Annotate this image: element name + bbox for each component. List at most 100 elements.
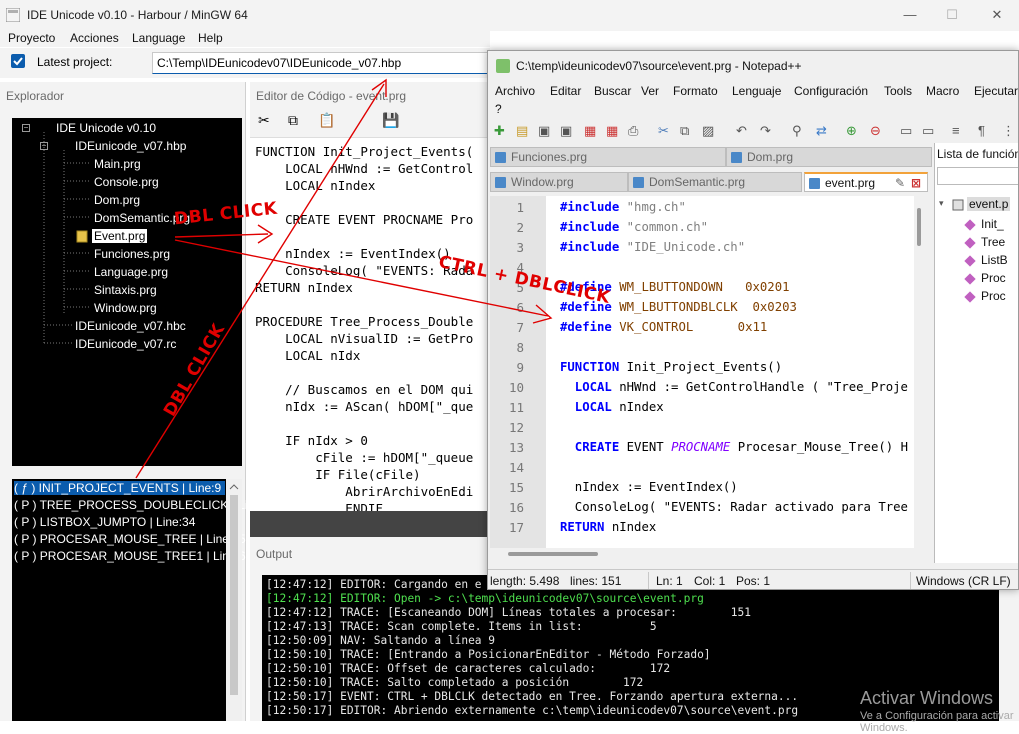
cut-icon[interactable]: ✂: [658, 123, 669, 139]
function-item[interactable]: ( P ) LISTBOX_JUMPTO | Line:34: [14, 515, 195, 529]
pin-icon[interactable]: ✎: [895, 176, 905, 190]
menu-macro[interactable]: Macro: [926, 84, 959, 98]
latest-project-checkbox[interactable]: [11, 54, 25, 68]
menu-buscar[interactable]: Buscar: [594, 84, 631, 98]
paste-icon[interactable]: 📋: [318, 112, 335, 129]
close-tab-icon[interactable]: ⊠: [911, 176, 921, 190]
function-filter-input[interactable]: [937, 167, 1018, 185]
zoom-out-icon[interactable]: ⊖: [870, 123, 881, 139]
function-list-root[interactable]: event.p: [967, 197, 1011, 211]
npp-code-line: RETURN nIndex: [560, 520, 657, 534]
log-line: [12:50:17] EDITOR: Abriendo externamente…: [266, 704, 799, 717]
maximize-button[interactable]: ☐: [932, 4, 972, 26]
file-icon: [952, 199, 964, 211]
log-line: [12:50:09] NAV: Saltando a línea 9: [266, 634, 496, 647]
status-eol: Windows (CR LF): [916, 574, 1011, 588]
function-list-item[interactable]: Init_: [981, 217, 1004, 231]
function-item-selected[interactable]: ( ƒ ) INIT_PROJECT_EVENTS | Line:9: [14, 481, 226, 495]
code-editor-text[interactable]: FUNCTION Init_Project_Events( LOCAL nHWn…: [250, 137, 490, 511]
file-tab-icon: [731, 152, 742, 163]
code-horizontal-scrollbar[interactable]: [250, 511, 490, 538]
function-icon: [964, 237, 976, 249]
scroll-thumb[interactable]: [508, 552, 598, 556]
log-line: [12:50:17] EVENT: CTRL + DBLCLK detectad…: [266, 690, 799, 703]
tab-dom[interactable]: Dom.prg: [726, 147, 932, 167]
sync-h-icon[interactable]: ▭: [922, 123, 934, 139]
menu-acciones[interactable]: Acciones: [70, 31, 119, 45]
save-icon[interactable]: 💾: [382, 112, 399, 129]
menu-tools[interactable]: Tools: [884, 84, 912, 98]
editor-horizontal-scrollbar[interactable]: [490, 548, 914, 560]
menu-formato[interactable]: Formato: [673, 84, 718, 98]
log-line: [12:50:10] TRACE: Salto completado a pos…: [266, 676, 644, 689]
function-item[interactable]: ( P ) PROCESAR_MOUSE_TREE | Line:45: [14, 532, 246, 546]
function-item[interactable]: ( P ) PROCESAR_MOUSE_TREE1 | Line:6: [14, 549, 246, 563]
function-list-item[interactable]: Proc: [981, 289, 1006, 303]
tab-label: Dom.prg: [747, 150, 794, 164]
function-list[interactable]: ( ƒ ) INIT_PROJECT_EVENTS | Line:9 ( P )…: [12, 479, 264, 721]
new-file-icon[interactable]: ✚: [494, 123, 505, 139]
menu-configuracion[interactable]: Configuración: [794, 84, 868, 98]
menu-help[interactable]: Help: [198, 31, 223, 45]
explorer-header: Explorador: [6, 89, 65, 103]
editor-vertical-scrollbar[interactable]: [914, 196, 924, 548]
save-icon[interactable]: ▣: [538, 123, 550, 139]
tab-event-active[interactable]: event.prg ✎ ⊠: [804, 172, 928, 192]
function-list-scrollbar[interactable]: [226, 479, 242, 721]
replace-icon[interactable]: ⇄: [816, 123, 827, 139]
function-icon: [964, 273, 976, 285]
scroll-thumb[interactable]: [917, 208, 921, 246]
notepad-status-bar: length: 5.498 lines: 151 Ln: 1 Col: 1 Po…: [488, 569, 1018, 589]
ide-window-title: IDE Unicode v0.10 - Harbour / MinGW 64: [27, 8, 248, 22]
copy-icon[interactable]: ⧉: [288, 112, 298, 129]
cut-icon[interactable]: ✂: [258, 112, 270, 129]
find-icon[interactable]: ⚲: [792, 123, 802, 139]
save-all-icon[interactable]: ▣: [560, 123, 572, 139]
sync-scroll-icon[interactable]: ▭: [900, 123, 912, 139]
menu-lenguaje[interactable]: Lenguaje: [732, 84, 781, 98]
open-icon[interactable]: ▤: [516, 123, 528, 139]
function-list-item[interactable]: ListB: [981, 253, 1008, 267]
tab-domsemantic[interactable]: DomSemantic.prg: [628, 172, 802, 192]
tab-funciones[interactable]: Funciones.prg: [490, 147, 726, 167]
minimize-button[interactable]: —: [890, 4, 930, 26]
notepad-editor[interactable]: 1 2 3 4 5 6 7 8 9 10 11 12 13 14 15 16 1…: [490, 196, 914, 548]
wrap-icon[interactable]: ≡: [952, 123, 960, 138]
print-icon[interactable]: ⎙: [628, 123, 638, 139]
npp-code-line: ConsoleLog( "EVENTS: Radar activado para…: [560, 500, 908, 514]
code-line: ENDIF: [255, 501, 383, 511]
function-icon: [964, 255, 976, 267]
indent-guide-icon[interactable]: ⋮: [1002, 123, 1015, 139]
function-list-item[interactable]: Proc: [981, 271, 1006, 285]
collapse-icon[interactable]: ▾: [939, 198, 944, 209]
line-number: 16: [508, 500, 524, 515]
code-line: IF nIdx > 0: [255, 433, 368, 448]
menu-ejecutar[interactable]: Ejecutar: [974, 84, 1018, 98]
copy-icon[interactable]: ⧉: [680, 123, 689, 139]
zoom-in-icon[interactable]: ⊕: [846, 123, 857, 139]
undo-icon[interactable]: ↶: [736, 123, 747, 139]
project-path-field[interactable]: C:\Temp\IDEunicodev07\IDEunicode_v07.hbp: [152, 52, 488, 74]
menu-proyecto[interactable]: Proyecto: [8, 31, 55, 45]
tab-window[interactable]: Window.prg: [490, 172, 628, 192]
menu-ver[interactable]: Ver: [641, 84, 659, 98]
project-tree[interactable]: − IDE Unicode v0.10 − IDEunicode_v07.hbp…: [12, 118, 242, 466]
function-list-item[interactable]: Tree: [981, 235, 1005, 249]
code-line: AbrirArchivoEnEdi: [255, 484, 474, 499]
code-line: RETURN nIndex: [255, 280, 353, 295]
ide-menu-bar: Proyecto Acciones Language Help: [0, 31, 490, 47]
menu-language[interactable]: Language: [132, 31, 185, 45]
show-all-chars-icon[interactable]: ¶: [978, 123, 985, 138]
tab-label: event.prg: [825, 176, 876, 190]
menu-editar[interactable]: Editar: [550, 84, 581, 98]
tab-label: Window.prg: [511, 175, 574, 189]
redo-icon[interactable]: ↷: [760, 123, 771, 139]
close-all-icon[interactable]: ▦: [606, 123, 618, 139]
close-file-icon[interactable]: ▦: [584, 123, 596, 139]
close-button[interactable]: ✕: [977, 4, 1017, 26]
npp-code-line: LOCAL nIndex: [560, 400, 664, 414]
notepad-plus-plus-window[interactable]: C:\temp\ideunicodev07\source\event.prg -…: [487, 50, 1019, 590]
menu-help[interactable]: ?: [495, 102, 502, 116]
menu-archivo[interactable]: Archivo: [495, 84, 535, 98]
paste-icon[interactable]: ▨: [702, 123, 714, 139]
